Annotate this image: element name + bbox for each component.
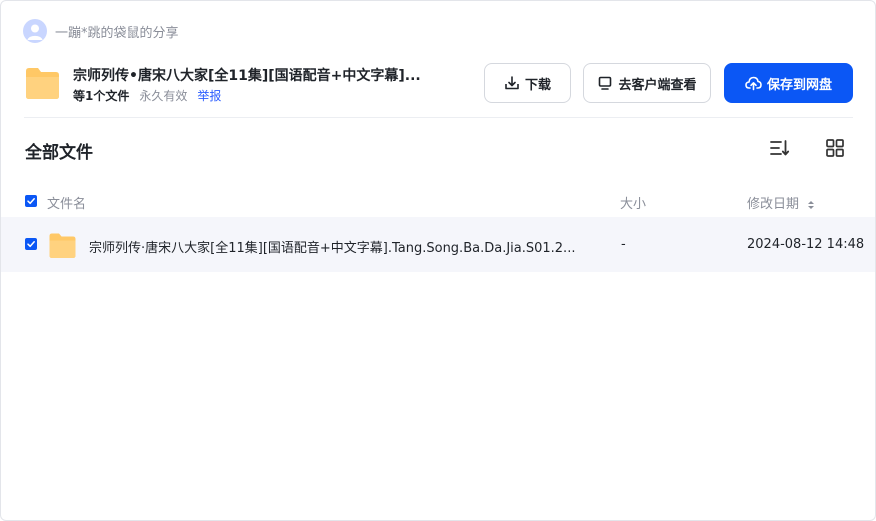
check-icon xyxy=(27,198,35,205)
select-all-checkbox[interactable] xyxy=(25,195,37,207)
section-title: 全部文件 xyxy=(25,143,93,163)
row-checkbox[interactable] xyxy=(25,238,37,250)
table-header: 文件名 大小 修改日期 xyxy=(0,186,874,216)
file-size: - xyxy=(621,237,626,252)
open-client-button[interactable]: 去客户端查看 xyxy=(583,63,711,103)
sort-icon[interactable] xyxy=(768,138,790,158)
column-modified-label: 修改日期 xyxy=(747,197,800,212)
folder-icon xyxy=(26,68,59,99)
folder-icon xyxy=(49,233,76,258)
column-modified[interactable]: 修改日期 xyxy=(747,193,815,212)
column-name: 文件名 xyxy=(47,197,87,212)
sort-arrows-icon xyxy=(808,200,815,209)
user-icon xyxy=(27,24,43,40)
avatar xyxy=(23,19,47,43)
download-button[interactable]: 下载 xyxy=(484,63,571,103)
column-size: 大小 xyxy=(620,197,647,212)
download-icon xyxy=(505,76,519,90)
sharer-info: 一蹦*跳的袋鼠的分享 xyxy=(23,19,179,43)
validity-text: 永久有效 xyxy=(139,89,188,103)
save-label: 保存到网盘 xyxy=(766,77,832,93)
share-meta: 等1个文件 永久有效 举报 xyxy=(73,87,221,104)
table-row[interactable]: 宗师列传·唐宋八大家[全11集][国语配音+中文字幕].Tang.Song.Ba… xyxy=(1,217,875,272)
file-modified: 2024-08-12 14:48 xyxy=(747,237,865,252)
report-link[interactable]: 举报 xyxy=(197,87,221,104)
sharer-name: 一蹦*跳的袋鼠的分享 xyxy=(55,25,179,41)
save-to-disk-button[interactable]: 保存到网盘 xyxy=(724,63,853,103)
client-label: 去客户端查看 xyxy=(618,77,697,93)
file-name[interactable]: 宗师列传·唐宋八大家[全11集][国语配音+中文字幕].Tang.Song.Ba… xyxy=(89,237,575,256)
check-icon xyxy=(27,241,35,248)
download-label: 下载 xyxy=(524,77,551,93)
divider xyxy=(24,117,853,118)
share-title: 宗师列传•唐宋八大家[全11集][国语配音+中文字幕]... xyxy=(73,68,421,84)
grid-view-icon[interactable] xyxy=(825,138,845,158)
cloud-upload-icon xyxy=(745,76,762,91)
monitor-icon xyxy=(599,76,612,90)
file-count: 等1个文件 xyxy=(73,89,130,103)
